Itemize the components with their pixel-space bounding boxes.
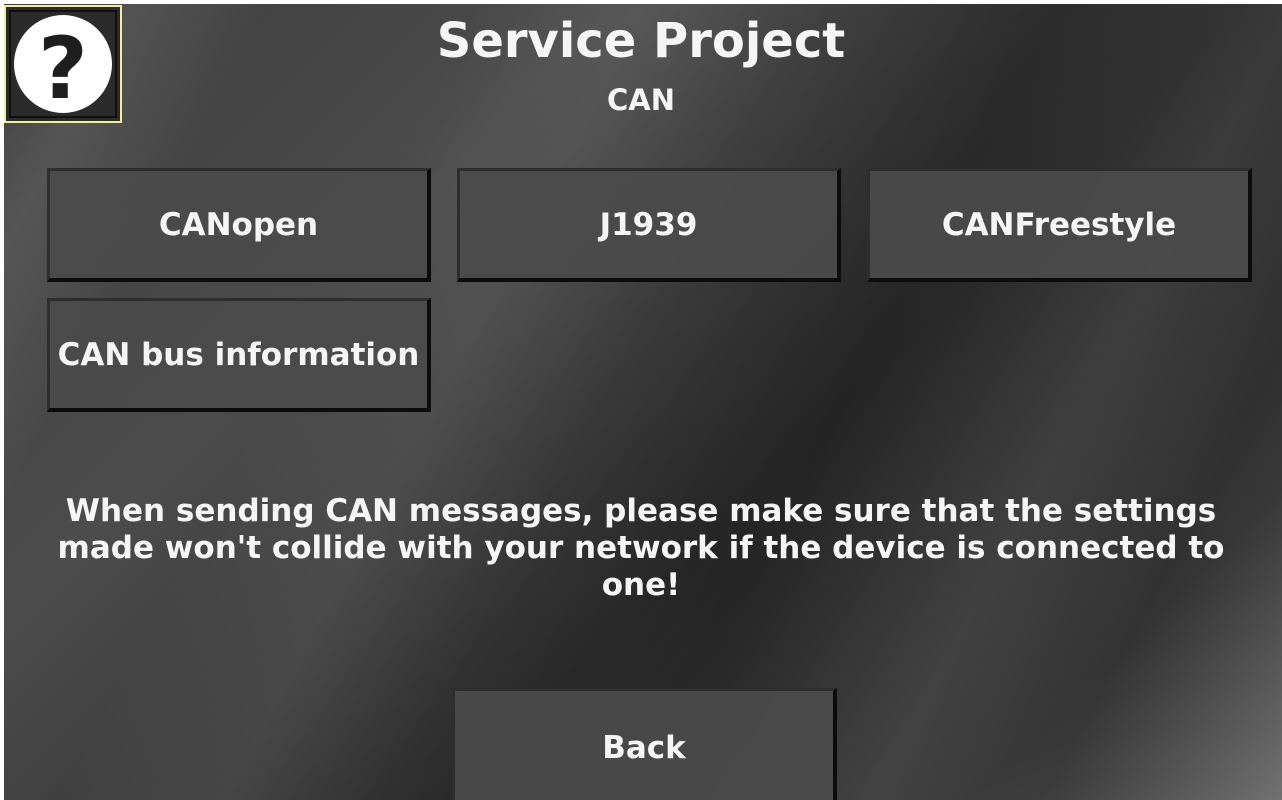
screen-edge-top (0, 0, 1282, 4)
j1939-button[interactable]: J1939 (457, 168, 841, 282)
canopen-button[interactable]: CANopen (47, 168, 431, 282)
page-title: Service Project (436, 13, 846, 69)
page-subtitle: CAN (607, 83, 675, 117)
can-bus-information-button[interactable]: CAN bus information (47, 298, 431, 412)
back-button[interactable]: Back (452, 688, 837, 800)
canfreestyle-button[interactable]: CANFreestyle (867, 168, 1252, 282)
can-menu-screen: ? Service Project CAN CANopen J1939 CANF… (0, 0, 1282, 800)
can-warning-notice: When sending CAN messages, please make s… (57, 493, 1225, 603)
